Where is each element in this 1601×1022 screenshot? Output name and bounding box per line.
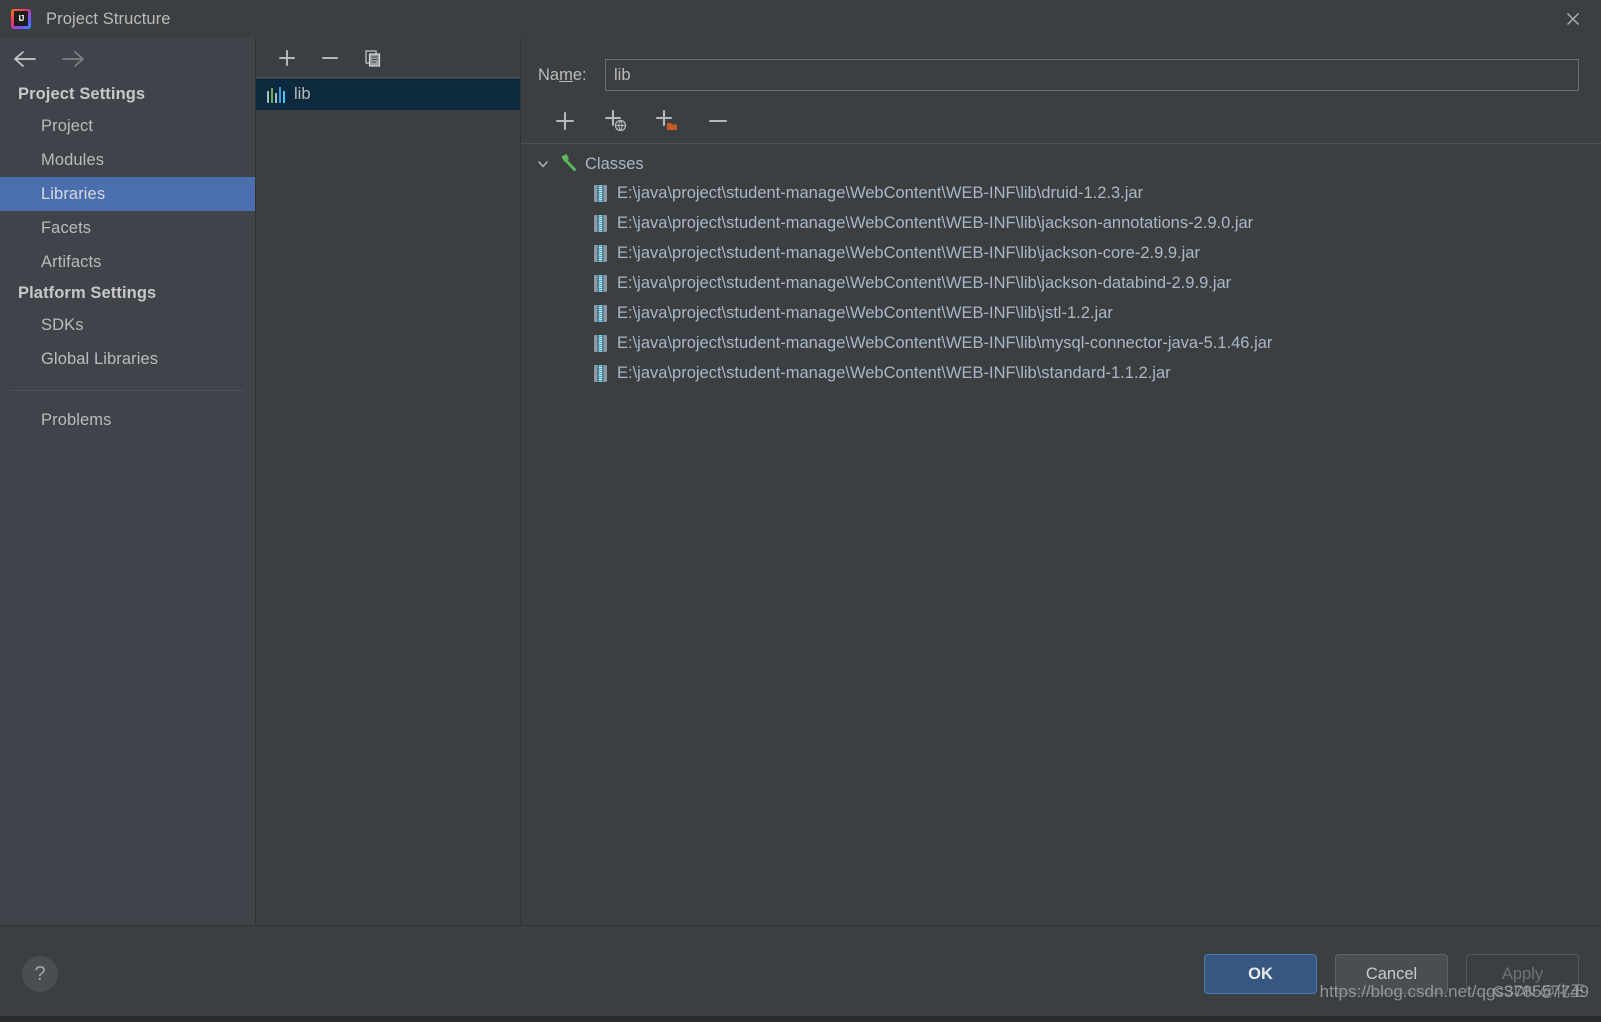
sidebar-item-sdks[interactable]: SDKs <box>0 308 255 342</box>
sidebar-divider <box>10 390 245 391</box>
library-list-panel: lib <box>256 38 521 925</box>
tree-node-jar[interactable]: E:\java\project\student-manage\WebConten… <box>521 268 1601 298</box>
sidebar-group-platform-settings: Platform Settings <box>18 284 157 302</box>
sidebar-group-project-settings: Project Settings <box>18 85 146 103</box>
plus-icon[interactable] <box>274 45 300 71</box>
name-label: Name: <box>538 65 587 84</box>
library-entries-toolbar <box>521 99 1601 144</box>
project-structure-dialog: Project Structure Proj <box>0 0 1601 1022</box>
arrow-right-icon[interactable] <box>60 46 88 72</box>
hammer-icon <box>558 152 578 177</box>
tree-node-jar[interactable]: E:\java\project\student-manage\WebConten… <box>521 178 1601 208</box>
sidebar-item-facets[interactable]: Facets <box>0 211 255 245</box>
library-detail-panel: Name: lib Classes E:\java\project\studen… <box>521 38 1601 925</box>
jar-icon <box>594 334 607 352</box>
bottom-strip <box>0 1016 1601 1022</box>
tree-node-label: E:\java\project\student-manage\WebConten… <box>617 183 1144 202</box>
settings-sidebar: Project Settings Project Modules Librari… <box>0 38 256 925</box>
tree-node-label: E:\java\project\student-manage\WebConten… <box>617 273 1232 292</box>
sidebar-item-global-libraries[interactable]: Global Libraries <box>0 342 255 376</box>
dialog-footer: ? OK Cancel Apply https://blog.csdn.net/… <box>0 925 1601 1022</box>
plus-icon[interactable] <box>551 107 579 135</box>
chevron-down-icon[interactable] <box>535 156 551 172</box>
window-title: Project Structure <box>46 9 171 28</box>
jar-icon <box>594 304 607 322</box>
sidebar-item-libraries[interactable]: Libraries <box>0 177 255 211</box>
name-row: Name: <box>521 38 1601 91</box>
close-icon[interactable] <box>1545 0 1601 38</box>
tree-node-label: E:\java\project\student-manage\WebConten… <box>617 243 1200 262</box>
tree-node-label: E:\java\project\student-manage\WebConten… <box>617 213 1254 232</box>
plus-globe-icon[interactable] <box>602 107 630 135</box>
tree-root-classes[interactable]: Classes <box>521 150 1601 178</box>
cancel-button[interactable]: Cancel <box>1335 954 1448 994</box>
list-item-label: lib <box>294 85 311 103</box>
tree-node-label: E:\java\project\student-manage\WebConten… <box>617 363 1171 382</box>
library-name-input[interactable] <box>605 59 1579 91</box>
title-bar: Project Structure <box>0 0 1601 38</box>
library-icon <box>267 86 286 103</box>
plus-folder-icon[interactable] <box>653 107 681 135</box>
intellij-idea-icon <box>11 9 31 29</box>
jar-icon <box>594 364 607 382</box>
sidebar-item-modules[interactable]: Modules <box>0 143 255 177</box>
tree-node-label: E:\java\project\student-manage\WebConten… <box>617 333 1273 352</box>
tree-node-jar[interactable]: E:\java\project\student-manage\WebConten… <box>521 358 1601 388</box>
tree-node-jar[interactable]: E:\java\project\student-manage\WebConten… <box>521 238 1601 268</box>
apply-button[interactable]: Apply <box>1466 954 1579 994</box>
library-list-toolbar <box>256 38 520 78</box>
sidebar-item-project[interactable]: Project <box>0 109 255 143</box>
tree-node-jar[interactable]: E:\java\project\student-manage\WebConten… <box>521 208 1601 238</box>
sidebar-item-artifacts[interactable]: Artifacts <box>0 245 255 279</box>
footer-button-group: OK Cancel Apply <box>1204 954 1579 994</box>
tree-node-label: E:\java\project\student-manage\WebConten… <box>617 303 1113 322</box>
ok-button[interactable]: OK <box>1204 954 1317 994</box>
dialog-body: Project Settings Project Modules Librari… <box>0 38 1601 925</box>
sidebar-item-problems[interactable]: Problems <box>0 403 255 437</box>
tree-node-jar[interactable]: E:\java\project\student-manage\WebConten… <box>521 328 1601 358</box>
help-button[interactable]: ? <box>22 956 58 992</box>
minus-icon[interactable] <box>317 45 343 71</box>
list-item[interactable]: lib <box>256 79 520 110</box>
jar-icon <box>594 274 607 292</box>
tree-node-jar[interactable]: E:\java\project\student-manage\WebConten… <box>521 298 1601 328</box>
minus-icon[interactable] <box>704 107 732 135</box>
jar-icon <box>594 214 607 232</box>
arrow-left-icon[interactable] <box>12 46 40 72</box>
tree-root-label: Classes <box>585 154 644 173</box>
jar-icon <box>594 244 607 262</box>
sidebar-nav-arrows <box>0 38 255 80</box>
library-list: lib <box>256 78 520 925</box>
copy-icon[interactable] <box>360 45 386 71</box>
jar-icon <box>594 184 607 202</box>
library-entries-tree: Classes E:\java\project\student-manage\W… <box>521 144 1601 925</box>
